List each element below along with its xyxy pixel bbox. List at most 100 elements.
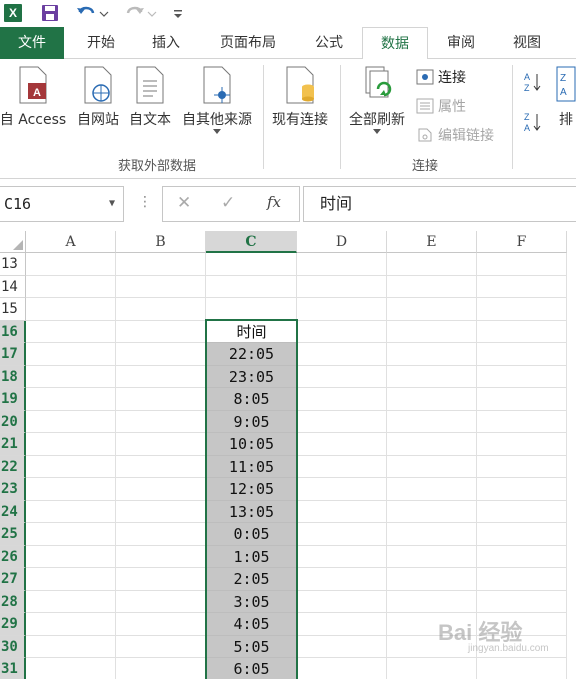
- cell[interactable]: [297, 275, 387, 298]
- active-cell[interactable]: 时间: [206, 320, 297, 343]
- cell[interactable]: [387, 658, 477, 679]
- tab-data[interactable]: 数据: [362, 27, 428, 60]
- cell[interactable]: [477, 365, 567, 388]
- cell[interactable]: [297, 388, 387, 411]
- enter-icon[interactable]: ✓: [221, 193, 235, 213]
- column-header-d[interactable]: D: [297, 231, 387, 253]
- cell[interactable]: [116, 253, 206, 276]
- row-header[interactable]: 31: [0, 658, 26, 679]
- cell[interactable]: [116, 545, 206, 568]
- cell[interactable]: [116, 275, 206, 298]
- cell[interactable]: [477, 523, 567, 546]
- cell[interactable]: [477, 545, 567, 568]
- cell[interactable]: [387, 388, 477, 411]
- cell[interactable]: [26, 500, 116, 523]
- cell[interactable]: [387, 545, 477, 568]
- connections-button[interactable]: 连接: [416, 67, 466, 87]
- cell[interactable]: [116, 658, 206, 679]
- cell[interactable]: [297, 568, 387, 591]
- row-header[interactable]: 30: [0, 635, 26, 658]
- row-header[interactable]: 13: [0, 253, 26, 276]
- cell-time-value[interactable]: 6:05: [206, 658, 297, 679]
- cell[interactable]: [387, 410, 477, 433]
- row-header[interactable]: 27: [0, 568, 26, 591]
- cell[interactable]: [26, 478, 116, 501]
- cell[interactable]: [26, 658, 116, 679]
- tab-view[interactable]: 视图: [502, 27, 552, 59]
- cell[interactable]: [387, 343, 477, 366]
- cell[interactable]: [297, 590, 387, 613]
- cell[interactable]: [477, 343, 567, 366]
- cell[interactable]: [26, 433, 116, 456]
- cell[interactable]: [26, 613, 116, 636]
- row-header[interactable]: 28: [0, 590, 26, 613]
- cell[interactable]: [477, 253, 567, 276]
- column-header-c[interactable]: C: [206, 231, 297, 253]
- customize-icon[interactable]: [170, 3, 186, 23]
- row-header[interactable]: 18: [0, 365, 26, 388]
- row-header[interactable]: 24: [0, 500, 26, 523]
- cell[interactable]: [477, 500, 567, 523]
- cell-time-value[interactable]: 3:05: [206, 590, 297, 613]
- cell[interactable]: [297, 433, 387, 456]
- cancel-icon[interactable]: ✕: [177, 193, 191, 213]
- cell[interactable]: [206, 275, 297, 298]
- cell[interactable]: [116, 388, 206, 411]
- row-header[interactable]: 17: [0, 343, 26, 366]
- cell[interactable]: [297, 658, 387, 679]
- cell[interactable]: [297, 478, 387, 501]
- tab-review[interactable]: 审阅: [436, 27, 486, 59]
- cell[interactable]: [477, 658, 567, 679]
- cell[interactable]: [477, 410, 567, 433]
- cell[interactable]: [387, 455, 477, 478]
- cell[interactable]: [477, 275, 567, 298]
- existing-connections-button[interactable]: 现有连接: [268, 65, 332, 129]
- formula-input[interactable]: 时间: [303, 186, 576, 222]
- cell[interactable]: [297, 320, 387, 343]
- cell[interactable]: [297, 500, 387, 523]
- row-header[interactable]: 14: [0, 275, 26, 298]
- tab-page-layout[interactable]: 页面布局: [210, 27, 286, 59]
- insert-function-icon[interactable]: fx: [267, 193, 281, 211]
- sort-button[interactable]: ZA 排: [552, 65, 576, 129]
- cell[interactable]: [477, 568, 567, 591]
- cell[interactable]: [477, 388, 567, 411]
- cell[interactable]: [116, 635, 206, 658]
- cell[interactable]: [26, 320, 116, 343]
- cell-time-value[interactable]: 0:05: [206, 523, 297, 546]
- cell[interactable]: [477, 298, 567, 321]
- cell[interactable]: [116, 410, 206, 433]
- column-header-f[interactable]: F: [477, 231, 567, 253]
- row-header[interactable]: 15: [0, 298, 26, 321]
- cell-time-value[interactable]: 10:05: [206, 433, 297, 456]
- cell-time-value[interactable]: 9:05: [206, 410, 297, 433]
- row-header[interactable]: 29: [0, 613, 26, 636]
- tab-home[interactable]: 开始: [78, 27, 124, 59]
- cell[interactable]: [387, 253, 477, 276]
- sort-ascending-button[interactable]: AZ: [524, 71, 542, 93]
- cell[interactable]: [387, 275, 477, 298]
- cell[interactable]: [387, 298, 477, 321]
- cell[interactable]: [206, 298, 297, 321]
- cell[interactable]: [116, 320, 206, 343]
- cell[interactable]: [297, 455, 387, 478]
- cell[interactable]: [387, 523, 477, 546]
- save-icon[interactable]: [40, 3, 60, 23]
- column-header-a[interactable]: A: [26, 231, 116, 253]
- cell[interactable]: [116, 298, 206, 321]
- cell[interactable]: [387, 433, 477, 456]
- cell[interactable]: [116, 343, 206, 366]
- cell[interactable]: [387, 500, 477, 523]
- cell[interactable]: [26, 523, 116, 546]
- row-header[interactable]: 26: [0, 545, 26, 568]
- name-box[interactable]: C16 ▼: [0, 186, 124, 222]
- tab-file[interactable]: 文件: [0, 27, 64, 59]
- row-header[interactable]: 21: [0, 433, 26, 456]
- cell[interactable]: [26, 343, 116, 366]
- cell[interactable]: [26, 635, 116, 658]
- cell-time-value[interactable]: 8:05: [206, 388, 297, 411]
- cell-time-value[interactable]: 1:05: [206, 545, 297, 568]
- row-header[interactable]: 25: [0, 523, 26, 546]
- cell[interactable]: [116, 613, 206, 636]
- row-header[interactable]: 22: [0, 455, 26, 478]
